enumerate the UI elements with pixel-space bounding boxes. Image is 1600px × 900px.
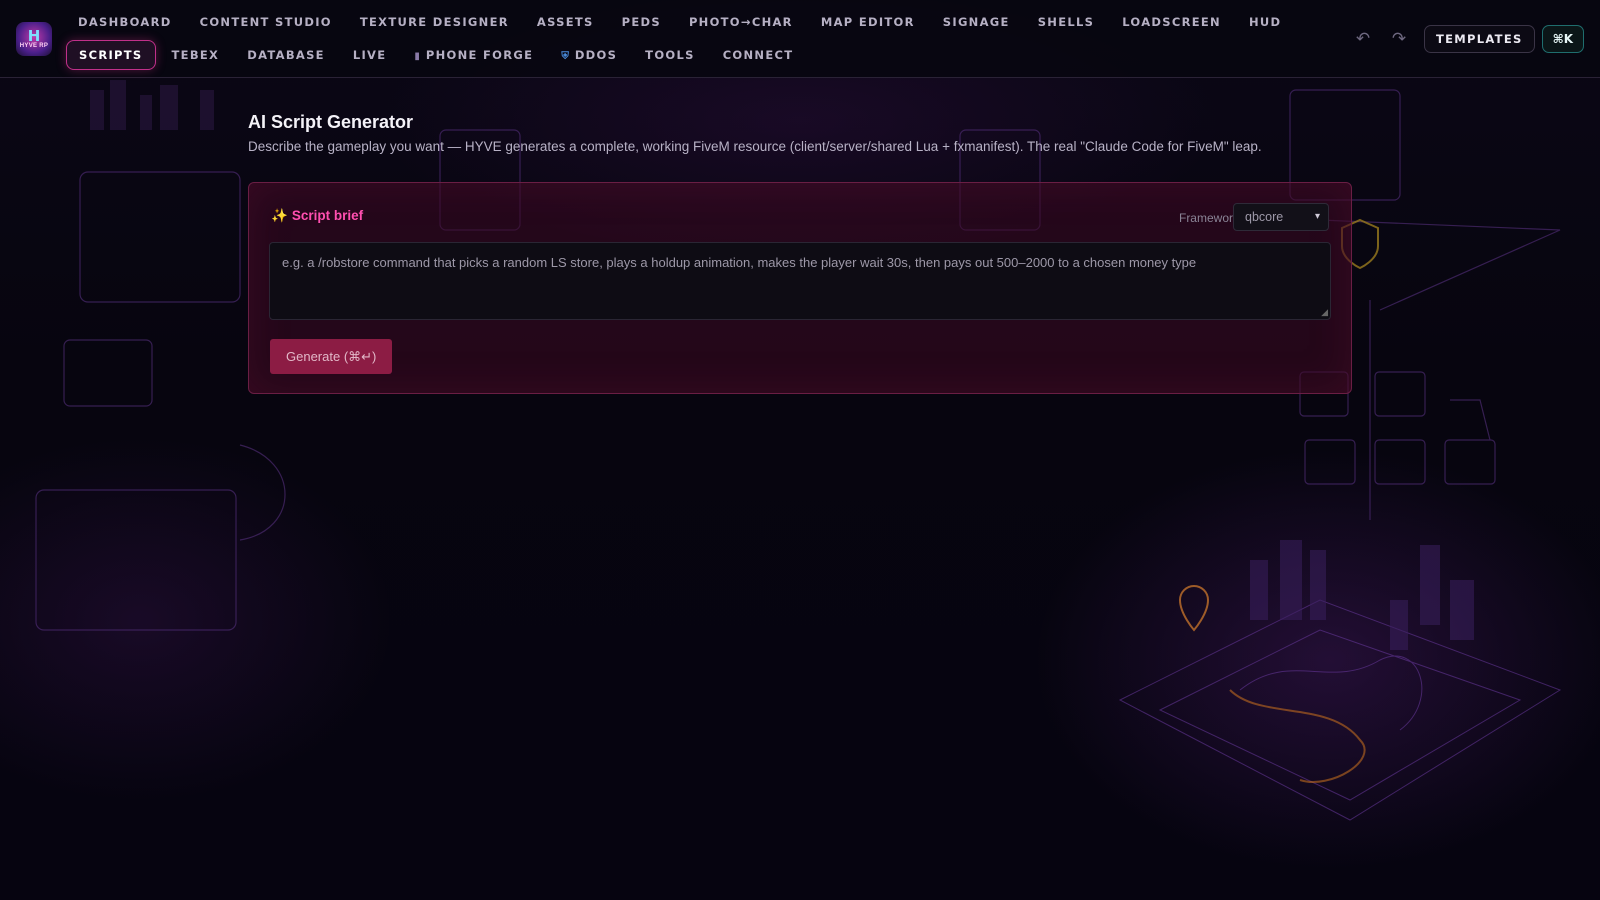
nav-map-editor[interactable]: MAP EDITOR xyxy=(809,12,927,32)
resize-grip-icon[interactable]: ◢ xyxy=(1321,308,1328,318)
nav-ddos[interactable]: ⛨ DDOS xyxy=(549,45,629,65)
script-brief-textarea[interactable]: e.g. a /robstore command that picks a ra… xyxy=(269,242,1331,320)
top-nav-bar: H HYVE RP DASHBOARD CONTENT STUDIO TEXTU… xyxy=(0,0,1600,78)
nav-connect[interactable]: CONNECT xyxy=(711,45,806,65)
page-subtitle: Describe the gameplay you want — HYVE ge… xyxy=(248,139,1262,154)
nav-shells[interactable]: SHELLS xyxy=(1026,12,1107,32)
main-content: AI Script Generator Describe the gamepla… xyxy=(248,112,1352,394)
card-title-text: Script brief xyxy=(291,208,364,223)
brief-placeholder: e.g. a /robstore command that picks a ra… xyxy=(282,255,1197,270)
card-title: ✨ Script brief xyxy=(271,208,363,224)
nav-phone-forge[interactable]: ▮ PHONE FORGE xyxy=(402,45,545,65)
framework-value: qbcore xyxy=(1245,210,1284,224)
nav-phone-forge-label: PHONE FORGE xyxy=(425,48,534,62)
nav-live[interactable]: LIVE xyxy=(341,45,399,65)
logo-text: HYVE RP xyxy=(19,43,49,49)
undo-icon[interactable]: ↶ xyxy=(1352,28,1374,50)
generate-button[interactable]: Generate (⌘↵) xyxy=(270,339,393,374)
nav-row-secondary: SCRIPTS TEBEX DATABASE LIVE ▮ PHONE FORGE… xyxy=(66,40,809,70)
framework-select[interactable]: qbcore ▾ xyxy=(1233,203,1329,231)
framework-label: Framework xyxy=(1178,211,1239,225)
nav-dashboard[interactable]: DASHBOARD xyxy=(66,12,184,32)
command-palette-button[interactable]: ⌘K xyxy=(1541,25,1584,53)
nav-tools[interactable]: TOOLS xyxy=(633,45,707,65)
nav-database[interactable]: DATABASE xyxy=(235,45,337,65)
shield-icon: ⛨ xyxy=(561,51,569,62)
nav-actions: ↶ ↷ TEMPLATES ⌘K xyxy=(1352,25,1584,53)
logo-mark: H xyxy=(27,27,41,45)
nav-assets[interactable]: ASSETS xyxy=(525,12,606,32)
nav-row-primary: DASHBOARD CONTENT STUDIO TEXTURE DESIGNE… xyxy=(66,12,1297,32)
nav-peds[interactable]: PEDS xyxy=(610,12,673,32)
nav-tebex[interactable]: TEBEX xyxy=(160,45,232,65)
nav-scripts[interactable]: SCRIPTS xyxy=(66,40,156,70)
sparkles-icon: ✨ xyxy=(271,208,288,224)
chevron-down-icon: ▾ xyxy=(1314,211,1320,222)
nav-loadscreen[interactable]: LOADSCREEN xyxy=(1110,12,1233,32)
phone-icon: ▮ xyxy=(414,51,420,62)
redo-icon[interactable]: ↷ xyxy=(1388,28,1410,50)
templates-button[interactable]: TEMPLATES xyxy=(1423,25,1535,53)
nav-signage[interactable]: SIGNAGE xyxy=(931,12,1022,32)
nav-photo-char[interactable]: PHOTO→CHAR xyxy=(677,12,805,32)
nav-content-studio[interactable]: CONTENT STUDIO xyxy=(188,12,344,32)
nav-texture-designer[interactable]: TEXTURE DESIGNER xyxy=(348,12,521,32)
hyve-logo[interactable]: H HYVE RP xyxy=(16,22,52,56)
page-title: AI Script Generator xyxy=(248,112,414,132)
script-brief-card: ✨ Script brief Framework qbcore ▾ e.g. a … xyxy=(248,182,1352,394)
nav-hud[interactable]: HUD xyxy=(1237,12,1293,32)
nav-ddos-label: DDOS xyxy=(574,48,618,62)
